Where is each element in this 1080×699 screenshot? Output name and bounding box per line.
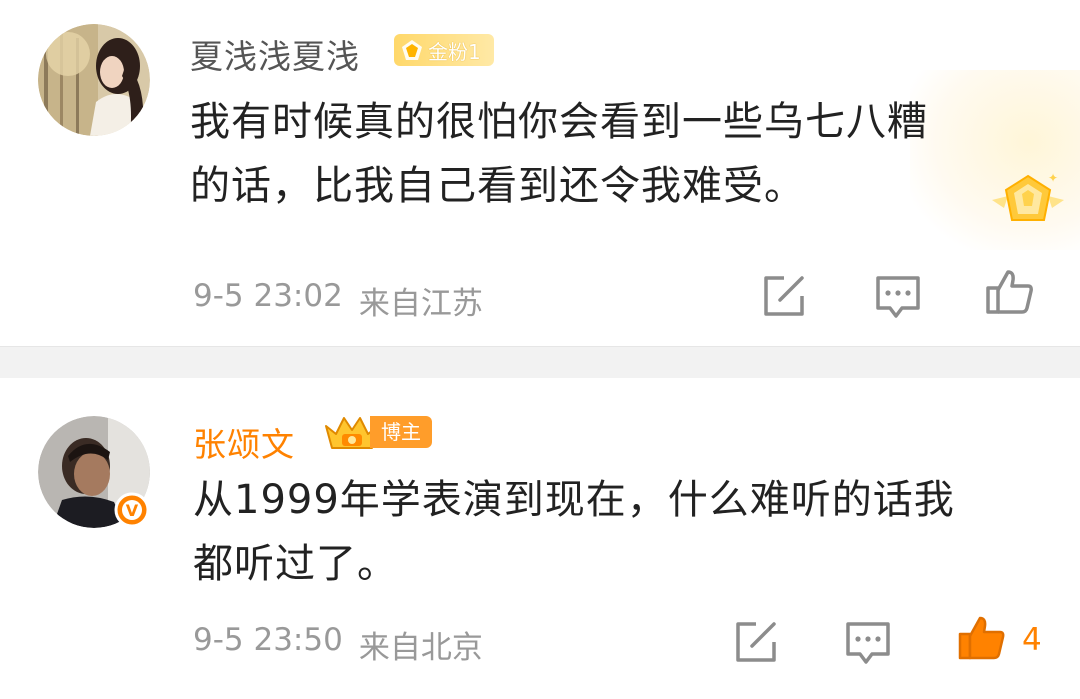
blogger-badge[interactable]: 博主: [322, 416, 434, 449]
verified-v-icon: V: [114, 492, 150, 528]
comment-line: 我有时候真的很怕你会看到一些乌七八糟: [190, 99, 928, 145]
comment-meta: 9-5 23:50 来自北京: [193, 622, 483, 667]
comment-line: 从1999年学表演到现在，什么难听的话我: [193, 477, 955, 523]
svg-text:✦: ✦: [1048, 171, 1058, 185]
username[interactable]: 张颂文: [193, 418, 295, 466]
comment-line: 都听过了。: [193, 541, 398, 587]
thumbs-up-icon[interactable]: [984, 266, 1036, 318]
location: 来自江苏: [358, 286, 483, 322]
comment-bubble-icon[interactable]: [842, 616, 894, 668]
comment-item-1: 夏浅浅夏浅 金粉1 我有时候真的很怕你会看到一些乌七八糟 的话，比我自己看到还令…: [0, 0, 1080, 346]
gold-gem-icon: [402, 40, 422, 60]
comment-meta: 9-5 23:02 来自江苏: [193, 278, 483, 323]
location: 来自北京: [358, 630, 483, 666]
avatar[interactable]: [38, 24, 150, 136]
section-divider: [0, 346, 1080, 378]
comment-text: 我有时候真的很怕你会看到一些乌七八糟 的话，比我自己看到还令我难受。: [190, 90, 928, 218]
username[interactable]: 夏浅浅夏浅: [190, 30, 360, 78]
fan-badge[interactable]: 金粉1: [394, 34, 494, 66]
verified-label: V: [126, 501, 139, 520]
edit-square-icon[interactable]: [730, 616, 782, 668]
comment-line: 的话，比我自己看到还令我难受。: [190, 163, 805, 209]
comment-item-2: V 张颂文 博主 从1999年学表演到现在，什么难听的话我 都听过了。 9-5 …: [0, 378, 1080, 699]
badge-label: 博主: [370, 416, 432, 448]
thumbs-up-icon[interactable]: [956, 612, 1008, 664]
badge-label: 金粉1: [428, 39, 481, 64]
edit-square-icon[interactable]: [758, 270, 810, 322]
comment-text: 从1999年学表演到现在，什么难听的话我 都听过了。: [193, 468, 955, 596]
comment-bubble-icon[interactable]: [872, 270, 924, 322]
like-count: 4: [1022, 622, 1042, 658]
gold-fan-medal-icon: ✦: [992, 171, 1064, 221]
timestamp: 9-5 23:50: [193, 622, 343, 658]
timestamp: 9-5 23:02: [193, 278, 343, 314]
